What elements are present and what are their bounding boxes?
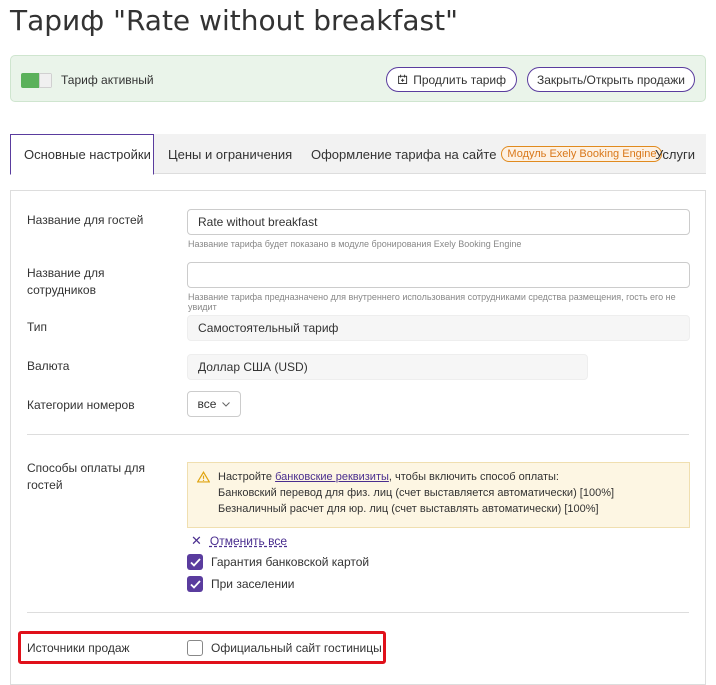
- tab-rate-site-design[interactable]: Оформление тарифа на сайте Модуль Exely …: [311, 134, 663, 174]
- tab-label: Основные настройки: [24, 147, 151, 162]
- warning-prefix: Настройте: [218, 471, 276, 483]
- calendar-extend-icon: [398, 74, 408, 84]
- extend-rate-button[interactable]: Продлить тариф: [386, 67, 517, 92]
- extend-rate-label: Продлить тариф: [413, 72, 506, 87]
- tab-bar: Основные настройки Цены и ограничения Оф…: [10, 134, 706, 175]
- type-label: Тип: [27, 320, 48, 334]
- close-icon: ✕: [191, 533, 202, 548]
- booking-engine-badge: Модуль Exely Booking Engine: [501, 146, 663, 162]
- guest-name-input[interactable]: [187, 209, 690, 235]
- page-title: Тариф "Rate without breakfast": [10, 4, 458, 37]
- official-site-option[interactable]: Официальный сайт гостиницы: [187, 640, 382, 656]
- warning-icon: [197, 471, 210, 483]
- bank-details-warning: Настройте банковские реквизиты, чтобы вк…: [187, 462, 690, 528]
- bank-details-link[interactable]: банковские реквизиты: [275, 471, 389, 483]
- on-arrival-option[interactable]: При заселении: [187, 576, 295, 592]
- staff-name-input[interactable]: [187, 262, 690, 288]
- on-arrival-checkbox[interactable]: [187, 576, 203, 592]
- rate-status-bar: Тариф активный Продлить тариф Закрыть/От…: [10, 55, 706, 102]
- tab-services[interactable]: Услуги: [655, 134, 695, 174]
- type-value: Самостоятельный тариф: [187, 315, 690, 341]
- guest-name-hint: Название тарифа будет показано в модуле …: [188, 239, 522, 249]
- sales-sources-label: Источники продаж: [27, 641, 130, 655]
- guest-name-label: Название для гостей: [27, 213, 144, 227]
- on-arrival-label: При заселении: [211, 577, 295, 591]
- rate-active-toggle[interactable]: [21, 73, 52, 88]
- warning-line-3: Безналичный расчет для юр. лиц (счет выс…: [218, 503, 599, 515]
- tab-label: Оформление тарифа на сайте: [311, 146, 497, 162]
- tab-prices-restrictions[interactable]: Цены и ограничения: [168, 134, 292, 174]
- warning-line-2: Банковский перевод для физ. лиц (счет вы…: [218, 487, 615, 499]
- currency-value: Доллар США (USD): [187, 354, 588, 380]
- room-categories-label: Категории номеров: [27, 398, 135, 412]
- rate-active-label: Тариф активный: [61, 73, 154, 87]
- tab-basic-settings[interactable]: Основные настройки: [10, 134, 154, 175]
- cancel-all-label: Отменить все: [209, 534, 287, 548]
- warning-line-1: Настройте банковские реквизиты, чтобы вк…: [218, 469, 689, 485]
- staff-name-hint: Название тарифа предназначено для внутре…: [188, 292, 676, 312]
- official-site-checkbox[interactable]: [187, 640, 203, 656]
- section-divider: [27, 434, 689, 435]
- card-guarantee-label: Гарантия банковской картой: [211, 555, 370, 569]
- official-site-label: Официальный сайт гостиницы: [211, 641, 382, 655]
- room-categories-select[interactable]: все: [187, 391, 241, 417]
- card-guarantee-option[interactable]: Гарантия банковской картой: [187, 554, 369, 570]
- card-guarantee-checkbox[interactable]: [187, 554, 203, 570]
- checkmark-icon: [189, 557, 201, 567]
- currency-label: Валюта: [27, 359, 70, 373]
- staff-name-label: Название для сотрудников: [27, 266, 105, 297]
- room-categories-value: все: [197, 397, 217, 411]
- section-divider: [27, 612, 689, 613]
- checkmark-icon: [189, 579, 201, 589]
- tab-label: Услуги: [655, 146, 695, 162]
- payment-methods-label: Способы оплаты для гостей: [27, 461, 146, 492]
- cancel-all-link[interactable]: ✕ Отменить все: [191, 533, 287, 549]
- settings-panel: Название для гостей Название тарифа буде…: [10, 190, 706, 685]
- close-open-sales-button[interactable]: Закрыть/Открыть продажи: [527, 67, 695, 92]
- warning-suffix: , чтобы включить способ оплаты:: [388, 471, 559, 483]
- chevron-down-icon: [222, 401, 231, 407]
- tab-label: Цены и ограничения: [168, 146, 293, 162]
